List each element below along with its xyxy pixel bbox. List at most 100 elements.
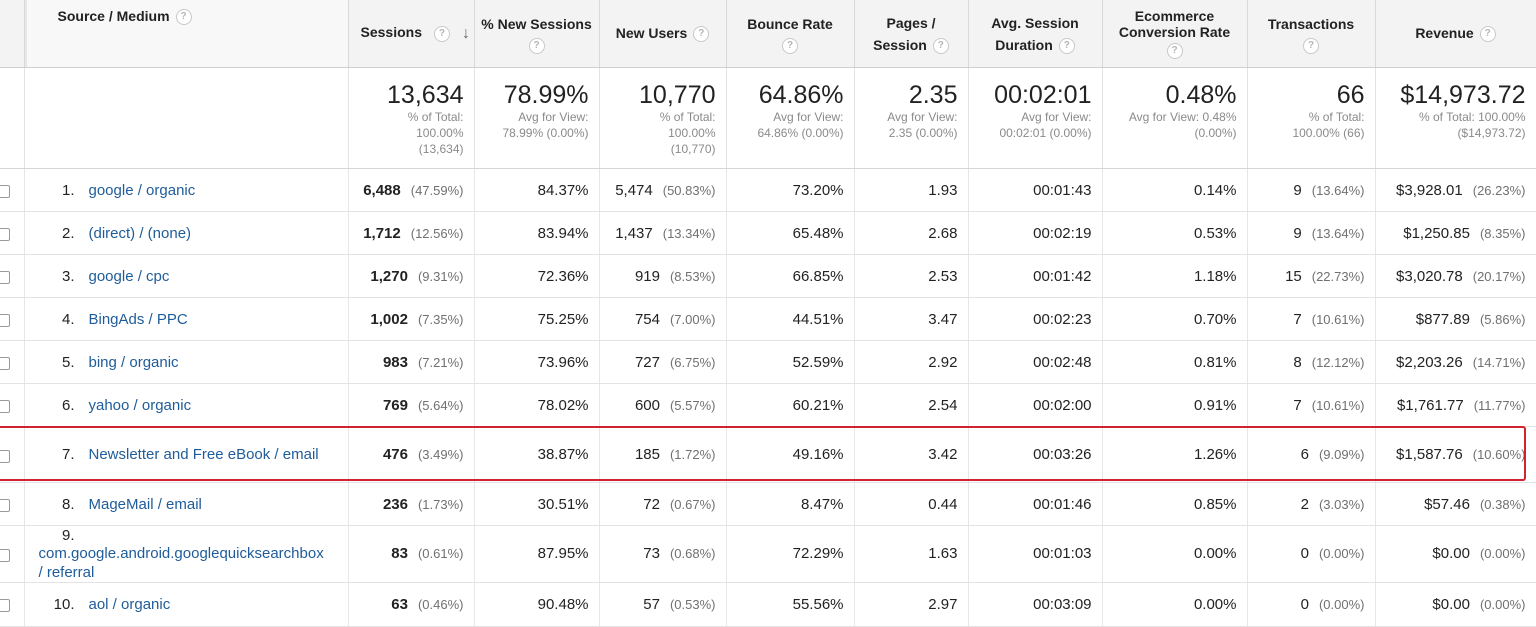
source-medium-link[interactable]: google / cpc (89, 267, 170, 286)
header-ecommerce-conversion-rate[interactable]: Ecommerce Conversion Rate? (1102, 0, 1248, 68)
row-checkbox-cell[interactable] (0, 525, 25, 583)
row-checkbox-icon[interactable] (0, 449, 10, 463)
help-circle-icon[interactable]: ? (1058, 37, 1075, 54)
header-new-users[interactable]: New Users? (599, 0, 727, 68)
new-users-value: 1,437 (615, 224, 653, 242)
row-checkbox-icon[interactable] (0, 271, 10, 285)
pages-session-cell: 1.93 (854, 168, 969, 212)
help-circle-icon[interactable]: ? (1479, 26, 1496, 43)
source-medium-link[interactable]: bing / organic (89, 353, 179, 372)
bounce-rate-cell: 72.29% (726, 525, 855, 583)
new-users-value: 600 (634, 396, 660, 414)
row-number: 7. (61, 446, 75, 463)
row-checkbox-icon[interactable] (0, 228, 10, 242)
revenue-value: $57.46 (1424, 495, 1470, 513)
header-bounce-rate[interactable]: Bounce Rate? (726, 0, 855, 68)
table-row[interactable]: 1. google / organic 6,488 (47.59%) 84.37% 5,4… (0, 168, 1536, 212)
transactions-cell: 15 (22.73%) (1247, 254, 1376, 298)
table-row[interactable]: 9.com.google.android.googlequicksearchbo… (0, 525, 1536, 583)
header-source-medium[interactable]: Source / Medium? (24, 0, 349, 68)
revenue-cell: $1,250.85 (8.35%) (1375, 211, 1536, 255)
row-number: 4. (61, 310, 75, 328)
help-circle-icon[interactable]: ? (1166, 43, 1183, 59)
revenue-value: $877.89 (1415, 310, 1470, 328)
source-medium-link[interactable]: com.google.android.googlequicksearchbox … (39, 544, 324, 582)
table-row[interactable]: 2. (direct) / (none) 1,712 (12.56%) 83.94% 1,… (0, 211, 1536, 255)
pct-new-sessions-cell: 87.95% (474, 525, 600, 583)
source-medium-link[interactable]: aol / organic (89, 595, 171, 614)
pages-session-cell: 3.47 (854, 297, 969, 341)
row-checkbox-cell[interactable] (0, 297, 25, 341)
source-medium-link[interactable]: MageMail / email (89, 495, 202, 514)
row-checkbox-cell[interactable] (0, 582, 25, 627)
row-number: 8. (61, 495, 75, 513)
help-circle-icon[interactable]: ? (932, 37, 949, 54)
bounce-rate-cell: 52.59% (726, 340, 855, 384)
row-checkbox-cell[interactable] (0, 482, 25, 526)
header-revenue[interactable]: Revenue? (1375, 0, 1536, 68)
sessions-value: 6,488 (363, 181, 401, 199)
header-pct-new-sessions[interactable]: % New Sessions? (474, 0, 600, 68)
table-row[interactable]: 5. bing / organic 983 (7.21%) 73.96% 727 (6.75… (0, 340, 1536, 384)
source-medium-link[interactable]: Newsletter and Free eBook / email (89, 445, 319, 464)
new-users-percent: (0.53%) (669, 596, 716, 612)
row-checkbox-cell[interactable] (0, 383, 25, 427)
row-checkbox-icon[interactable] (0, 400, 10, 414)
row-checkbox-cell[interactable] (0, 340, 25, 384)
total-pages-session: 2.35 Avg for View: 2.35 (0.00%) (854, 67, 969, 169)
row-checkbox-icon[interactable] (0, 357, 10, 371)
transactions-cell: 8 (12.12%) (1247, 340, 1376, 384)
header-pages-session[interactable]: Pages / Session? (854, 0, 969, 68)
ecommerce-conversion-rate-cell: 0.85% (1102, 482, 1248, 526)
table-row[interactable]: 10. aol / organic 63 (0.46%) 90.48% 57 (0.53%)… (0, 582, 1536, 627)
help-circle-icon[interactable]: ? (528, 38, 545, 54)
row-checkbox-cell[interactable] (0, 211, 25, 255)
row-checkbox-cell[interactable] (0, 254, 25, 298)
total-transactions: 66 % of Total: 100.00% (66) (1247, 67, 1376, 169)
transactions-percent: (12.12%) (1311, 354, 1365, 370)
row-checkbox-icon[interactable] (0, 548, 10, 562)
help-circle-icon[interactable]: ? (693, 26, 710, 43)
source-medium-link[interactable]: yahoo / organic (89, 396, 192, 415)
table-row[interactable]: 3. google / cpc 1,270 (9.31%) 72.36% 919 (8.53… (0, 254, 1536, 298)
row-checkbox-cell[interactable] (0, 426, 25, 483)
row-number: 1. (61, 181, 75, 199)
revenue-cell: $877.89 (5.86%) (1375, 297, 1536, 341)
revenue-percent: (14.71%) (1472, 354, 1526, 370)
row-checkbox-icon[interactable] (0, 185, 10, 199)
row-checkbox-icon[interactable] (0, 499, 10, 513)
pages-session-cell: 1.63 (854, 525, 969, 583)
pages-session-cell: 2.54 (854, 383, 969, 427)
avg-session-duration-cell: 00:02:48 (968, 340, 1103, 384)
row-checkbox-icon[interactable] (0, 314, 10, 328)
sessions-percent: (7.35%) (417, 311, 464, 327)
pct-new-sessions-cell: 84.37% (474, 168, 600, 212)
header-sessions[interactable]: Sessions? ↓ (348, 0, 475, 68)
help-circle-icon[interactable]: ? (433, 25, 450, 42)
source-medium-cell: 2. (direct) / (none) (24, 211, 349, 255)
help-circle-icon[interactable]: ? (175, 9, 192, 26)
table-row[interactable]: 8. MageMail / email 236 (1.73%) 30.51% 72 (0.6… (0, 482, 1536, 526)
help-circle-icon[interactable]: ? (782, 38, 798, 54)
transactions-percent: (0.00%) (1318, 546, 1365, 562)
table-row[interactable]: 6. yahoo / organic 769 (5.64%) 78.02% 600 (5.5… (0, 383, 1536, 427)
source-medium-link[interactable]: (direct) / (none) (89, 224, 192, 243)
source-medium-link[interactable]: google / organic (89, 181, 196, 200)
row-checkbox-icon[interactable] (0, 599, 10, 613)
source-medium-cell: 3. google / cpc (24, 254, 349, 298)
pages-session-cell: 2.97 (854, 582, 969, 627)
revenue-value: $1,250.85 (1403, 224, 1470, 242)
revenue-value: $3,928.01 (1396, 181, 1463, 199)
sort-desc-arrow-icon[interactable]: ↓ (462, 25, 470, 43)
sessions-value: 769 (382, 396, 408, 414)
table-row[interactable]: 7. Newsletter and Free eBook / email 476 (3… (0, 426, 1536, 483)
source-medium-link[interactable]: BingAds / PPC (89, 310, 188, 329)
help-circle-icon[interactable]: ? (1303, 38, 1319, 54)
row-number: 9. (61, 526, 75, 544)
row-number: 5. (61, 353, 75, 371)
header-avg-session-duration[interactable]: Avg. Session Duration? (968, 0, 1103, 68)
table-row[interactable]: 4. BingAds / PPC 1,002 (7.35%) 75.25% 754 (7.0… (0, 297, 1536, 341)
row-checkbox-cell[interactable] (0, 168, 25, 212)
avg-session-duration-cell: 00:02:19 (968, 211, 1103, 255)
header-transactions[interactable]: Transactions? (1247, 0, 1376, 68)
